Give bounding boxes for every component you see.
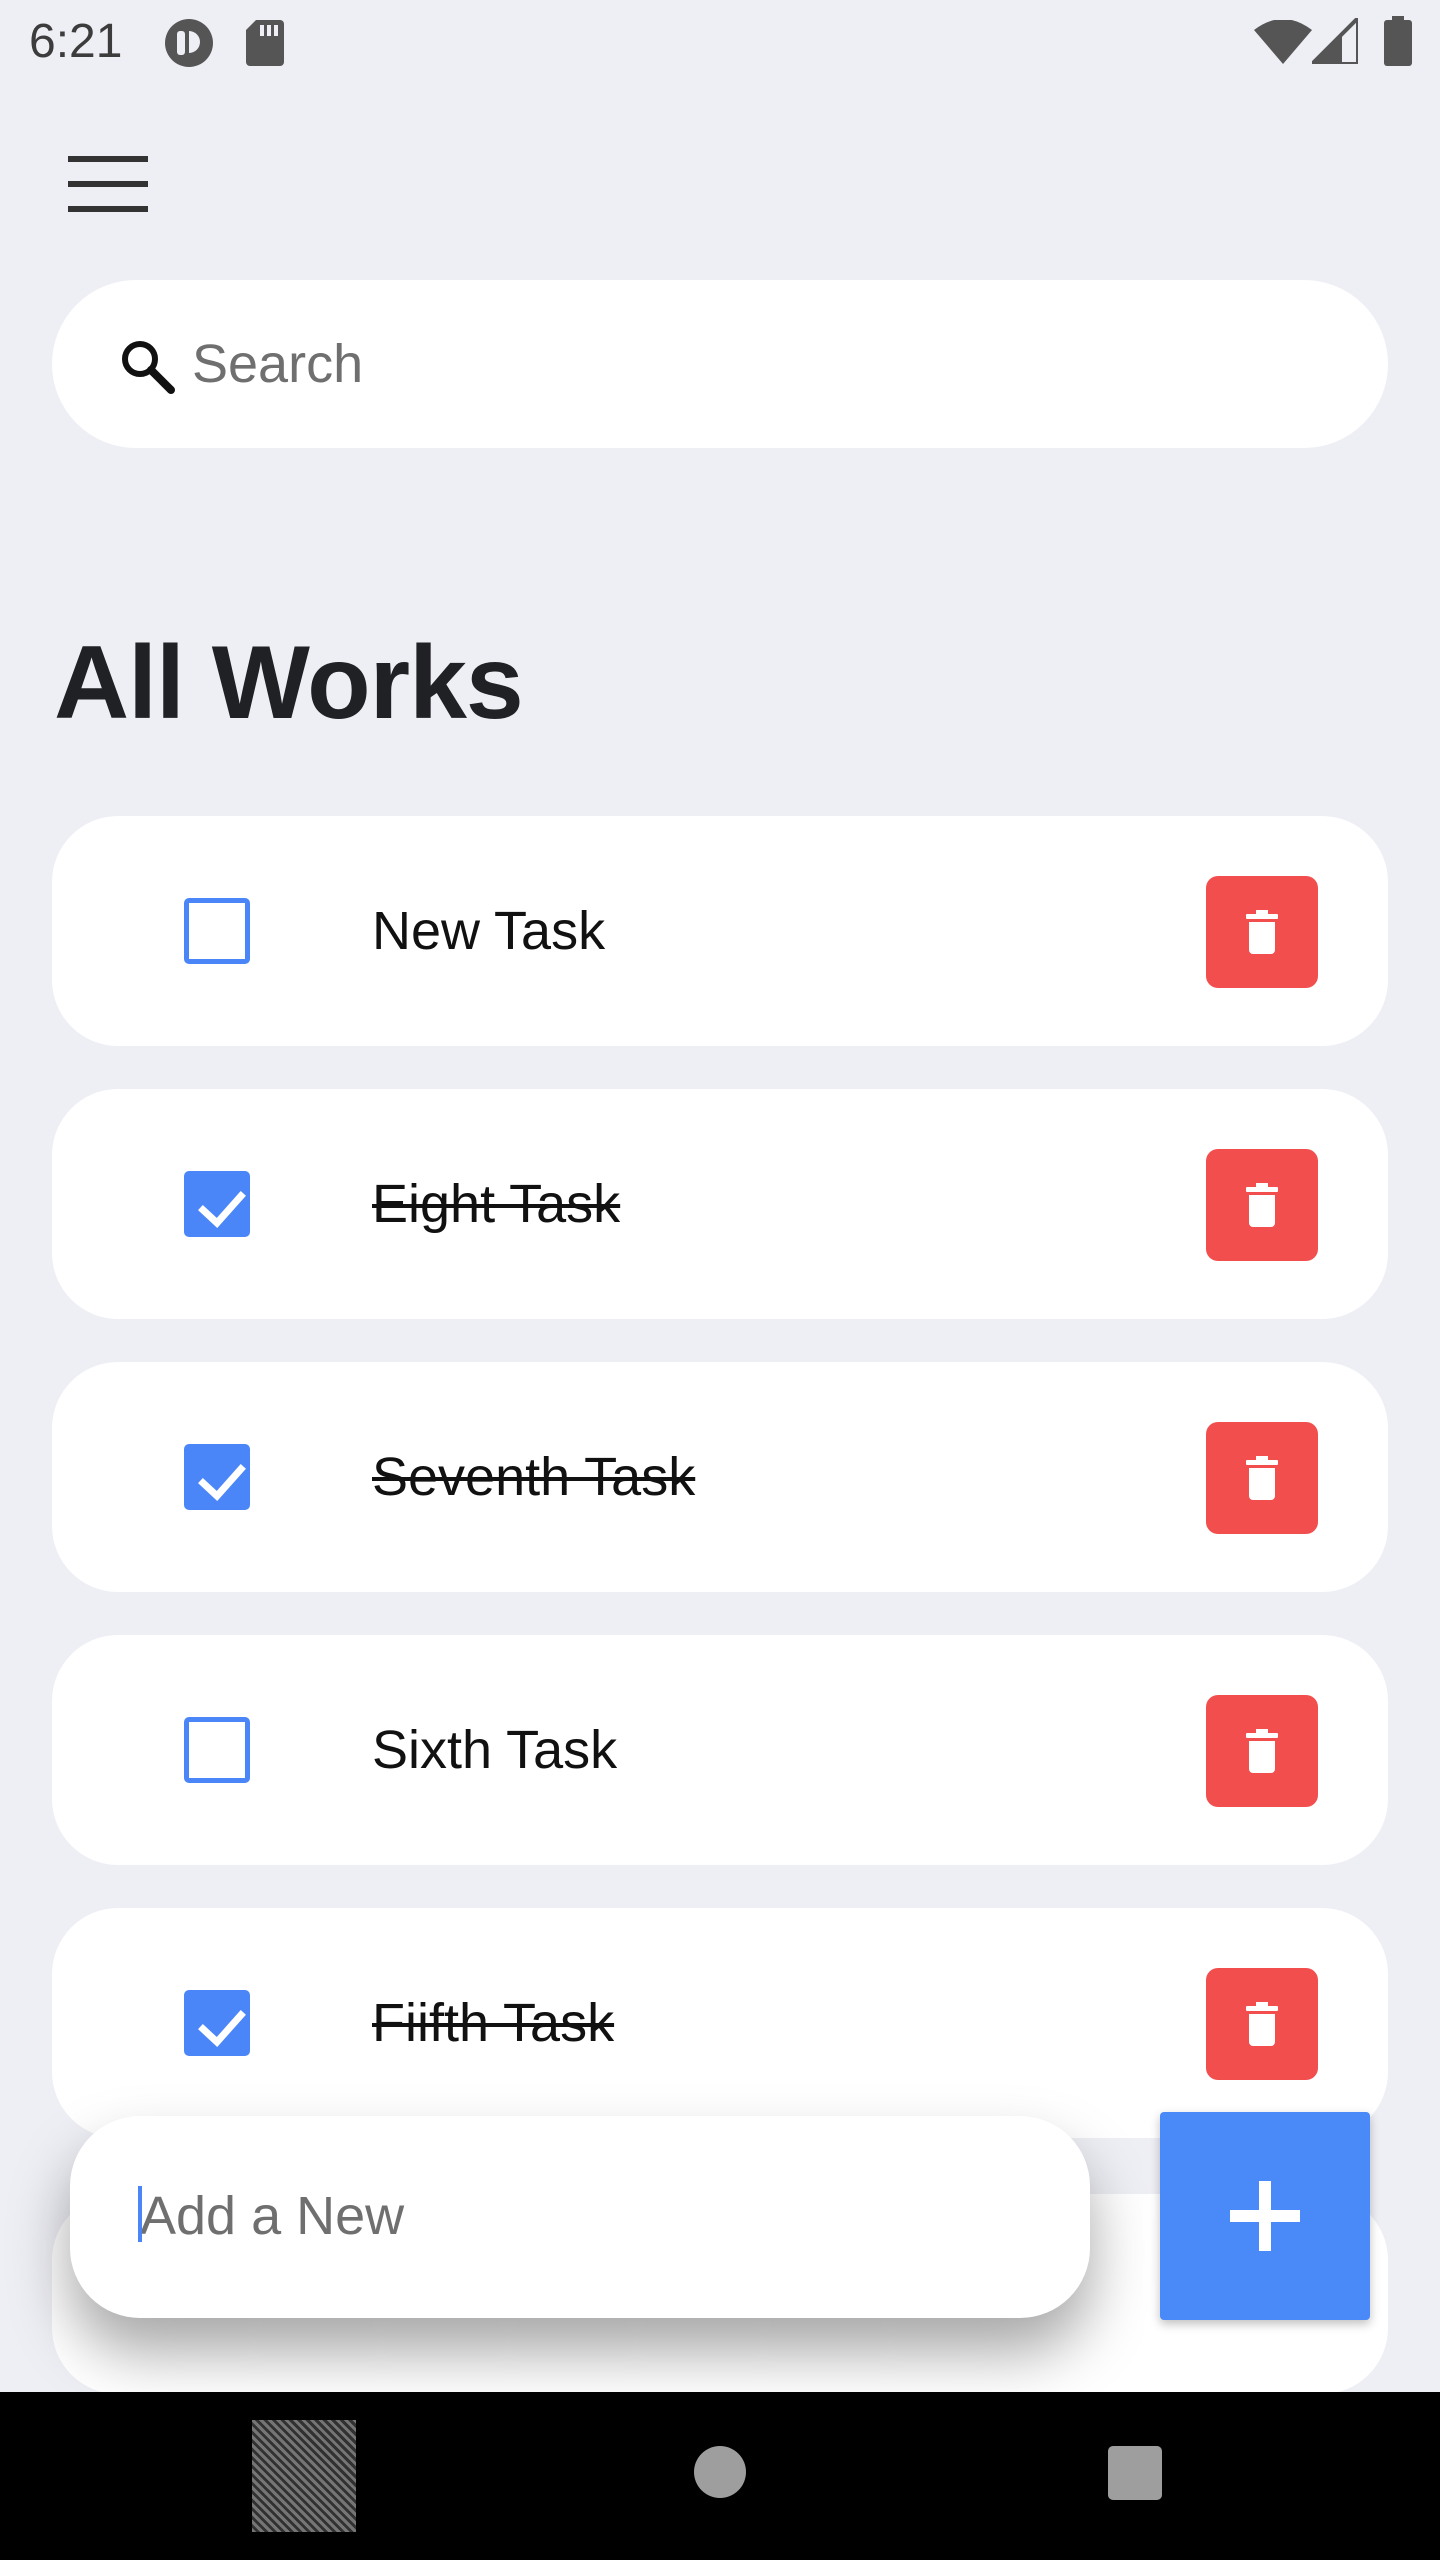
status-time: 6:21 (29, 15, 123, 68)
trash-icon (1246, 1729, 1278, 1773)
search-icon (118, 337, 176, 395)
trash-icon (1246, 910, 1278, 954)
delete-task-button[interactable] (1206, 1695, 1318, 1807)
task-label: Seventh Task (372, 1447, 696, 1507)
task-card: Eight Task (52, 1089, 1388, 1319)
task-checkbox[interactable] (184, 898, 250, 964)
headset-app-icon (164, 18, 214, 73)
add-task-button[interactable] (1160, 2112, 1370, 2320)
checkmark-icon (198, 2010, 246, 2047)
checkmark-icon (198, 1464, 246, 1501)
delete-task-button[interactable] (1206, 1422, 1318, 1534)
trash-icon (1246, 1456, 1278, 1500)
sd-card-icon (246, 20, 284, 71)
home-button[interactable] (694, 2446, 746, 2498)
task-label: New Task (372, 901, 606, 961)
search-input[interactable] (192, 326, 1342, 402)
add-task-input[interactable] (140, 2176, 1020, 2256)
system-nav-bar (0, 2392, 1440, 2560)
delete-task-button[interactable] (1206, 876, 1318, 988)
plus-icon (1230, 2181, 1300, 2251)
back-button[interactable] (252, 2420, 356, 2532)
trash-icon (1246, 2002, 1278, 2046)
battery-icon (1384, 16, 1412, 71)
hamburger-menu-icon (68, 156, 148, 212)
task-checkbox[interactable] (184, 1171, 250, 1237)
task-label: Sixth Task (372, 1720, 618, 1780)
page-title: All Works (54, 625, 524, 741)
wifi-icon (1254, 19, 1312, 69)
delete-task-button[interactable] (1206, 1968, 1318, 2080)
task-card: Seventh Task (52, 1362, 1388, 1592)
task-label: Eight Task (372, 1174, 621, 1234)
status-bar: 6:21 (0, 0, 1440, 84)
task-card: Sixth Task (52, 1635, 1388, 1865)
task-label: Fiifth Task (372, 1993, 615, 2053)
checkmark-icon (198, 1191, 246, 1228)
add-task-field[interactable] (70, 2116, 1090, 2318)
trash-icon (1246, 1183, 1278, 1227)
task-checkbox[interactable] (184, 1717, 250, 1783)
text-cursor (138, 2186, 142, 2242)
task-checkbox[interactable] (184, 1444, 250, 1510)
task-checkbox[interactable] (184, 1990, 250, 2056)
task-card: New Task (52, 816, 1388, 1046)
cell-signal-icon (1307, 13, 1360, 69)
recents-button[interactable] (1108, 2446, 1162, 2500)
task-card: Fiifth Task (52, 1908, 1388, 2138)
menu-button[interactable] (52, 138, 164, 230)
delete-task-button[interactable] (1206, 1149, 1318, 1261)
